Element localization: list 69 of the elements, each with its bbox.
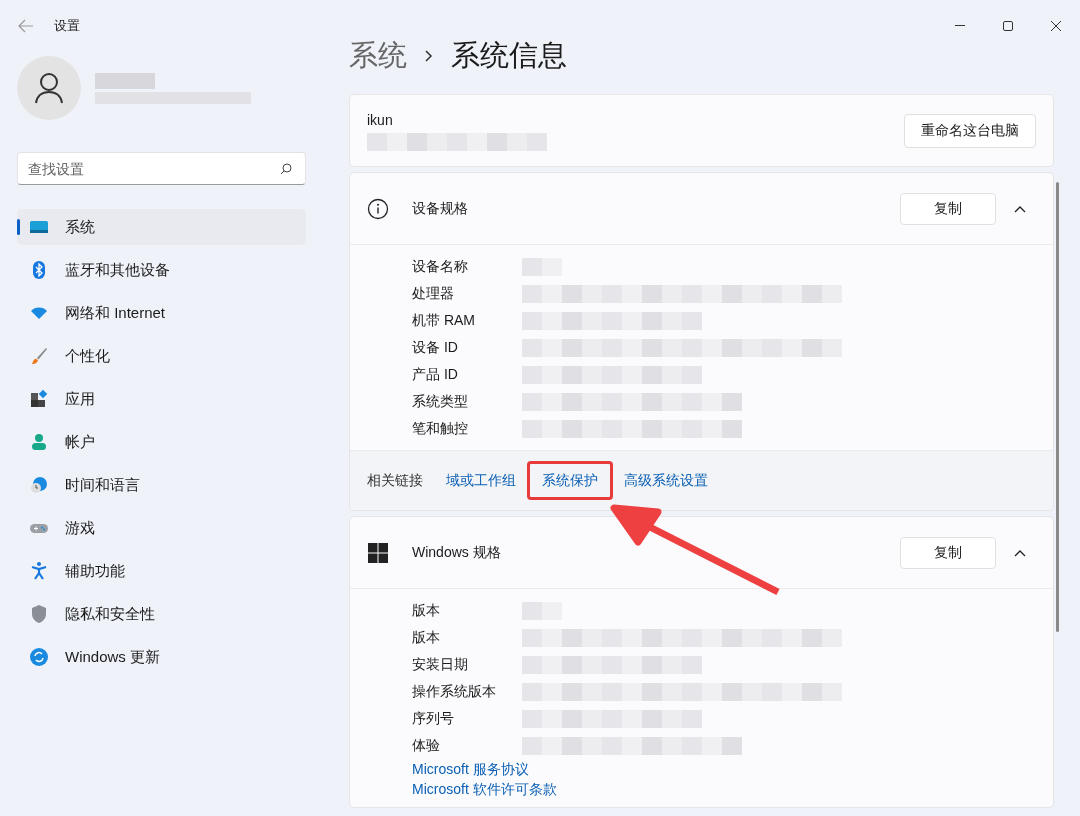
info-icon: [367, 197, 389, 220]
apps-icon: [29, 389, 49, 409]
rename-button[interactable]: 重命名这台电脑: [904, 113, 1036, 148]
sidebar-label: 网络和 Internet: [65, 302, 166, 323]
sidebar-item[interactable]: 时间和语言: [17, 467, 306, 503]
scrollbar[interactable]: [1056, 182, 1059, 632]
sidebar-label: Windows 更新: [65, 646, 161, 667]
section-title: 设备规格: [412, 199, 468, 218]
sidebar-label: 时间和语言: [65, 474, 140, 495]
spec-label: 产品 ID: [412, 365, 459, 384]
spec-label: 版本: [412, 628, 441, 647]
sidebar-item[interactable]: 系统: [17, 209, 306, 245]
globe-clock-icon: [29, 475, 49, 495]
sidebar-label: 帐户: [65, 431, 95, 452]
spec-label: 体验: [412, 736, 441, 755]
chevron-right-icon: [425, 50, 433, 62]
section-title: Windows 规格: [412, 543, 501, 562]
spec-label: 设备 ID: [412, 338, 459, 357]
sidebar-label: 系统: [65, 216, 95, 237]
sidebar-label: 蓝牙和其他设备: [65, 259, 170, 280]
person-icon: [34, 72, 64, 104]
minimize-icon: [955, 25, 965, 27]
chevron-icon: [1014, 204, 1026, 213]
link[interactable]: Microsoft 服务协议: [412, 759, 529, 779]
spec-label: 序列号: [412, 709, 455, 728]
sidebar-item[interactable]: 辅助功能: [17, 553, 306, 589]
spec-label: 操作系统版本: [412, 682, 497, 701]
sidebar-item[interactable]: 网络和 Internet: [17, 295, 306, 331]
redacted-account-name: [95, 72, 155, 89]
chevron-icon: [1014, 548, 1026, 557]
shield-icon: [29, 604, 49, 624]
accessibility-icon: [29, 561, 49, 581]
person-icon: [29, 432, 49, 452]
sidebar-label: 隐私和安全性: [65, 603, 155, 624]
sidebar-item[interactable]: 隐私和安全性: [17, 596, 306, 632]
selection-indicator: [17, 219, 20, 235]
spec-label: 版本: [412, 601, 441, 620]
sidebar-label: 应用: [65, 388, 95, 409]
page-title: 系统信息: [451, 38, 567, 74]
sidebar-item[interactable]: 个性化: [17, 338, 306, 374]
spec-label: 设备名称: [412, 257, 469, 276]
search-field[interactable]: 查找设置: [17, 152, 306, 185]
copy-button[interactable]: 复制: [900, 536, 996, 569]
windows-logo-icon: [367, 541, 389, 564]
back-arrow-icon[interactable]: [18, 19, 34, 33]
sidebar-label: 个性化: [65, 345, 110, 366]
maximize-icon: [1003, 21, 1013, 31]
spec-label: 系统类型: [412, 392, 469, 411]
sidebar-item[interactable]: 蓝牙和其他设备: [17, 252, 306, 288]
breadcrumb-link[interactable]: 系统: [349, 34, 407, 78]
close-icon: [1051, 21, 1061, 31]
search-icon: [280, 163, 292, 175]
sidebar-item[interactable]: Windows 更新: [17, 639, 306, 675]
pc-name: ikun: [367, 111, 394, 130]
spec-label: 处理器: [412, 284, 455, 303]
sidebar-item[interactable]: 帐户: [17, 424, 306, 460]
sidebar-label: 辅助功能: [65, 560, 125, 581]
link[interactable]: Microsoft 软件许可条款: [412, 779, 557, 799]
sidebar-item[interactable]: 游戏: [17, 510, 306, 546]
brush-icon: [29, 346, 49, 366]
window-title: 设置: [54, 17, 80, 36]
sidebar-label: 游戏: [65, 517, 95, 538]
spec-label: 安装日期: [412, 655, 469, 674]
sidebar-item[interactable]: 应用: [17, 381, 306, 417]
copy-button[interactable]: 复制: [900, 192, 996, 225]
update-icon: [29, 647, 49, 667]
spec-label: 笔和触控: [412, 419, 469, 438]
spec-label: 机带 RAM: [412, 311, 476, 330]
related-links-label: 相关链接: [367, 471, 423, 490]
